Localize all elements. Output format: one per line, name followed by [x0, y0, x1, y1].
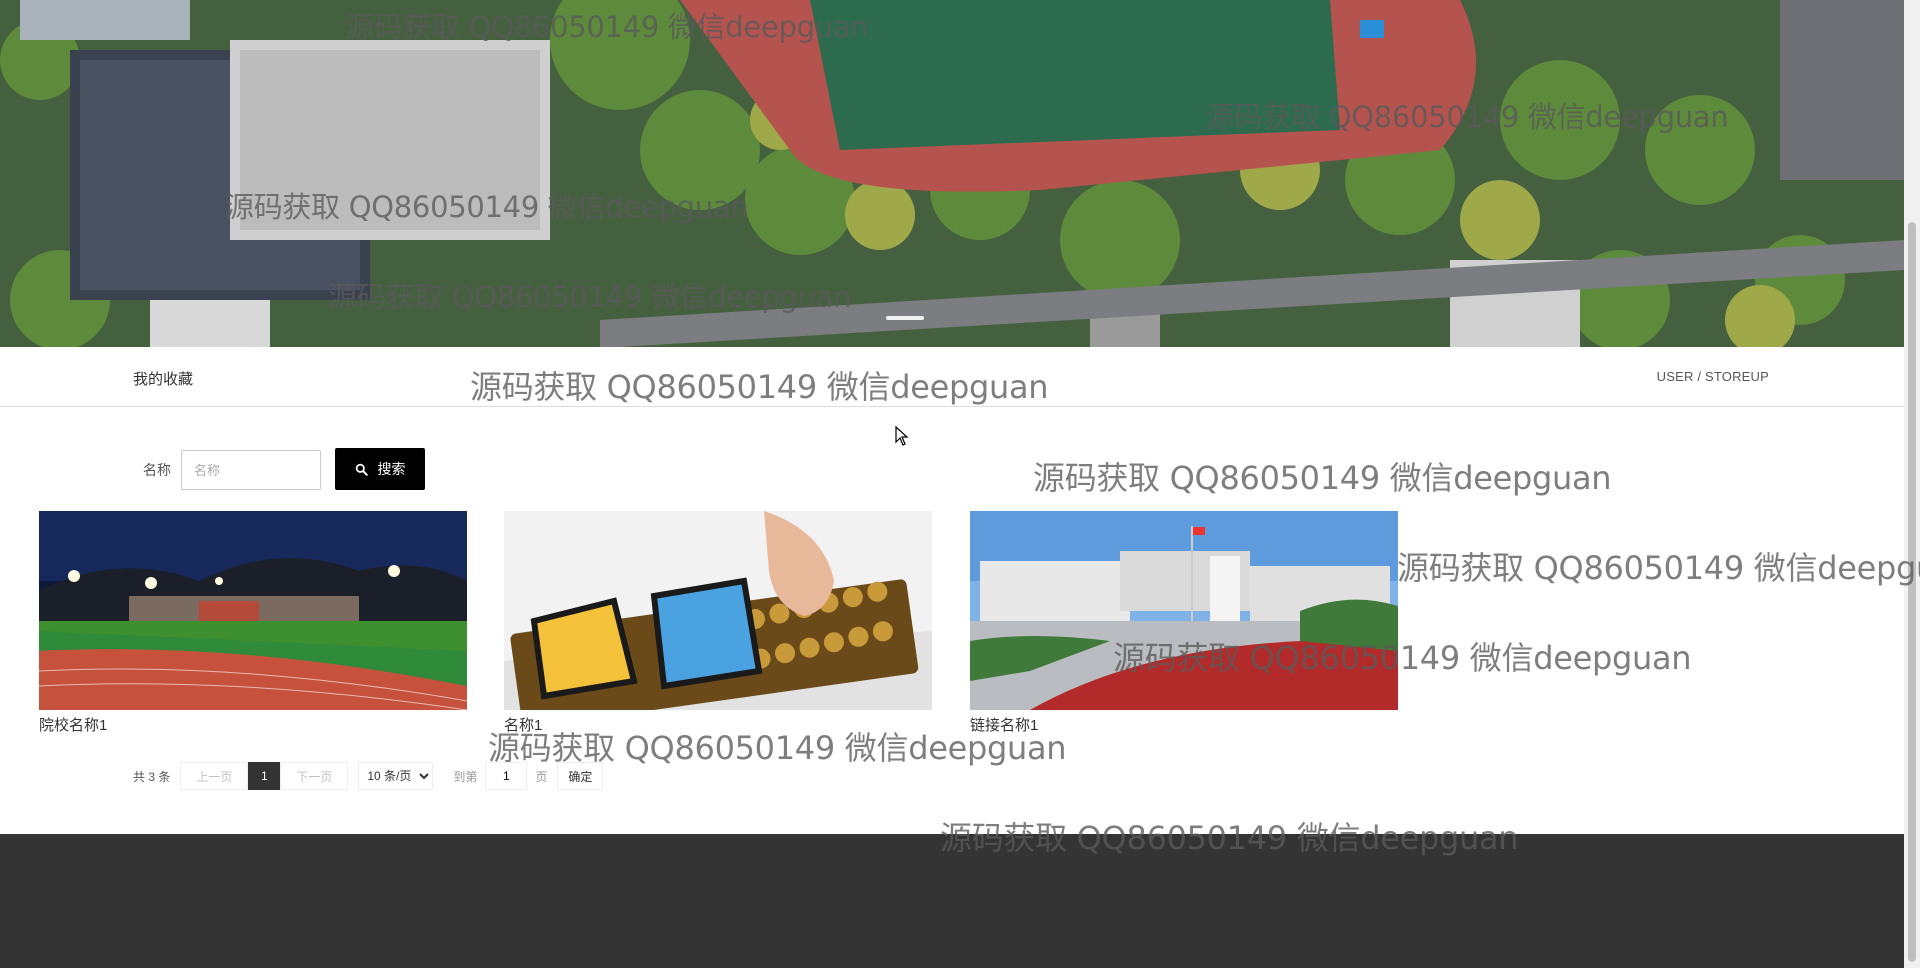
prev-page-button[interactable]: 上一页 — [180, 762, 249, 790]
search-label: 名称 — [143, 462, 171, 478]
next-page-button[interactable]: 下一页 — [280, 762, 349, 790]
goto-page-input[interactable] — [485, 762, 528, 790]
search-button[interactable]: 搜索 — [335, 448, 425, 490]
card-name: 名称1 — [504, 717, 543, 734]
carousel-indicator[interactable] — [886, 316, 924, 320]
favorite-card[interactable]: 名称1 — [504, 511, 932, 735]
hero-banner — [0, 0, 1904, 347]
pagination-total: 共 3 条 — [133, 769, 171, 784]
watermark: 源码获取 QQ86050149 微信deepguan — [1397, 549, 1920, 587]
mouse-cursor-icon — [895, 426, 909, 446]
goto-confirm-button[interactable]: 确定 — [557, 762, 604, 790]
footer — [0, 834, 1904, 968]
favorite-card[interactable]: 院校名称1 — [39, 511, 467, 735]
card-name: 链接名称1 — [970, 717, 1039, 734]
page-size-select[interactable]: 10 条/页 — [358, 762, 434, 790]
current-page[interactable]: 1 — [248, 762, 281, 790]
goto-label: 到第 — [453, 769, 478, 784]
search-button-label: 搜索 — [377, 461, 406, 477]
campus-building-photo — [970, 511, 1398, 710]
scrollbar-thumb[interactable] — [1908, 222, 1916, 962]
accounting-abacus-photo — [504, 511, 932, 710]
page-unit-label: 页 — [535, 769, 548, 784]
favorite-card[interactable]: 链接名称1 — [970, 511, 1398, 735]
breadcrumb: USER / STOREUP — [1656, 369, 1769, 384]
pagination: 共 3 条 上一页 1 下一页 10 条/页 到第 页 确定 — [133, 762, 604, 790]
stadium-photo — [39, 511, 467, 710]
search-icon — [355, 463, 368, 476]
campus-aerial-image — [0, 0, 1904, 347]
card-name: 院校名称1 — [39, 717, 108, 734]
search-input[interactable] — [181, 450, 321, 490]
watermark: 源码获取 QQ86050149 微信deepguan — [1033, 459, 1612, 497]
page-scrollbar[interactable] — [1904, 0, 1920, 968]
page-title: 我的收藏 — [133, 371, 194, 388]
page-title-bar: 我的收藏 USER / STOREUP — [0, 347, 1904, 407]
